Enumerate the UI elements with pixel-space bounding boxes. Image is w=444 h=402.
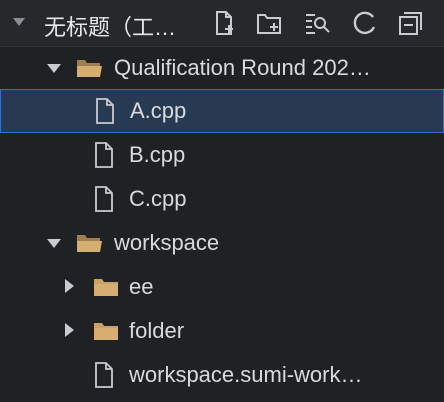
tree-item-workspace[interactable]: workspace <box>0 221 444 265</box>
tree-item-c-cpp[interactable]: C.cpp <box>0 177 444 221</box>
new-file-icon[interactable] <box>210 9 238 37</box>
chevron-down-icon[interactable] <box>47 64 61 73</box>
tree-item-label: workspace.sumi-work… <box>129 362 363 387</box>
file-icon <box>90 362 118 388</box>
collapse-all-icon[interactable] <box>396 9 424 37</box>
folder-open-icon <box>75 55 103 81</box>
file-icon <box>90 142 118 168</box>
tree-item-workspace-file[interactable]: workspace.sumi-work… <box>0 353 444 397</box>
tree-item-qualification-round[interactable]: Qualification Round 202… <box>0 46 444 90</box>
tree-item-b-cpp[interactable]: B.cpp <box>0 133 444 177</box>
chevron-right-icon[interactable] <box>65 279 74 293</box>
tree-item-label: B.cpp <box>129 142 186 167</box>
file-icon <box>91 98 119 124</box>
explorer-header: 无标题（工… <box>0 0 444 47</box>
tree-item-a-cpp[interactable]: A.cpp <box>0 89 444 133</box>
refresh-icon[interactable] <box>351 9 379 37</box>
folder-icon <box>92 318 120 344</box>
tree-item-folder[interactable]: folder <box>0 309 444 353</box>
tree-item-ee[interactable]: ee <box>0 265 444 309</box>
chevron-down-icon[interactable] <box>47 239 61 248</box>
tree-item-label: C.cpp <box>129 186 187 211</box>
chevron-right-icon[interactable] <box>65 323 74 337</box>
tree-item-label: workspace <box>114 230 220 255</box>
tree-item-label: Qualification Round 202… <box>114 55 371 80</box>
folder-icon <box>92 274 120 300</box>
collapse-section-icon[interactable] <box>13 18 25 26</box>
tree-item-label: folder <box>129 318 185 343</box>
search-folder-icon[interactable] <box>303 9 331 37</box>
tree-item-label: ee <box>129 274 154 299</box>
tree-item-label: A.cpp <box>130 98 187 123</box>
workspace-title[interactable]: 无标题（工… <box>44 10 194 42</box>
new-folder-icon[interactable] <box>255 9 283 37</box>
file-icon <box>90 186 118 212</box>
folder-open-icon <box>75 230 103 256</box>
